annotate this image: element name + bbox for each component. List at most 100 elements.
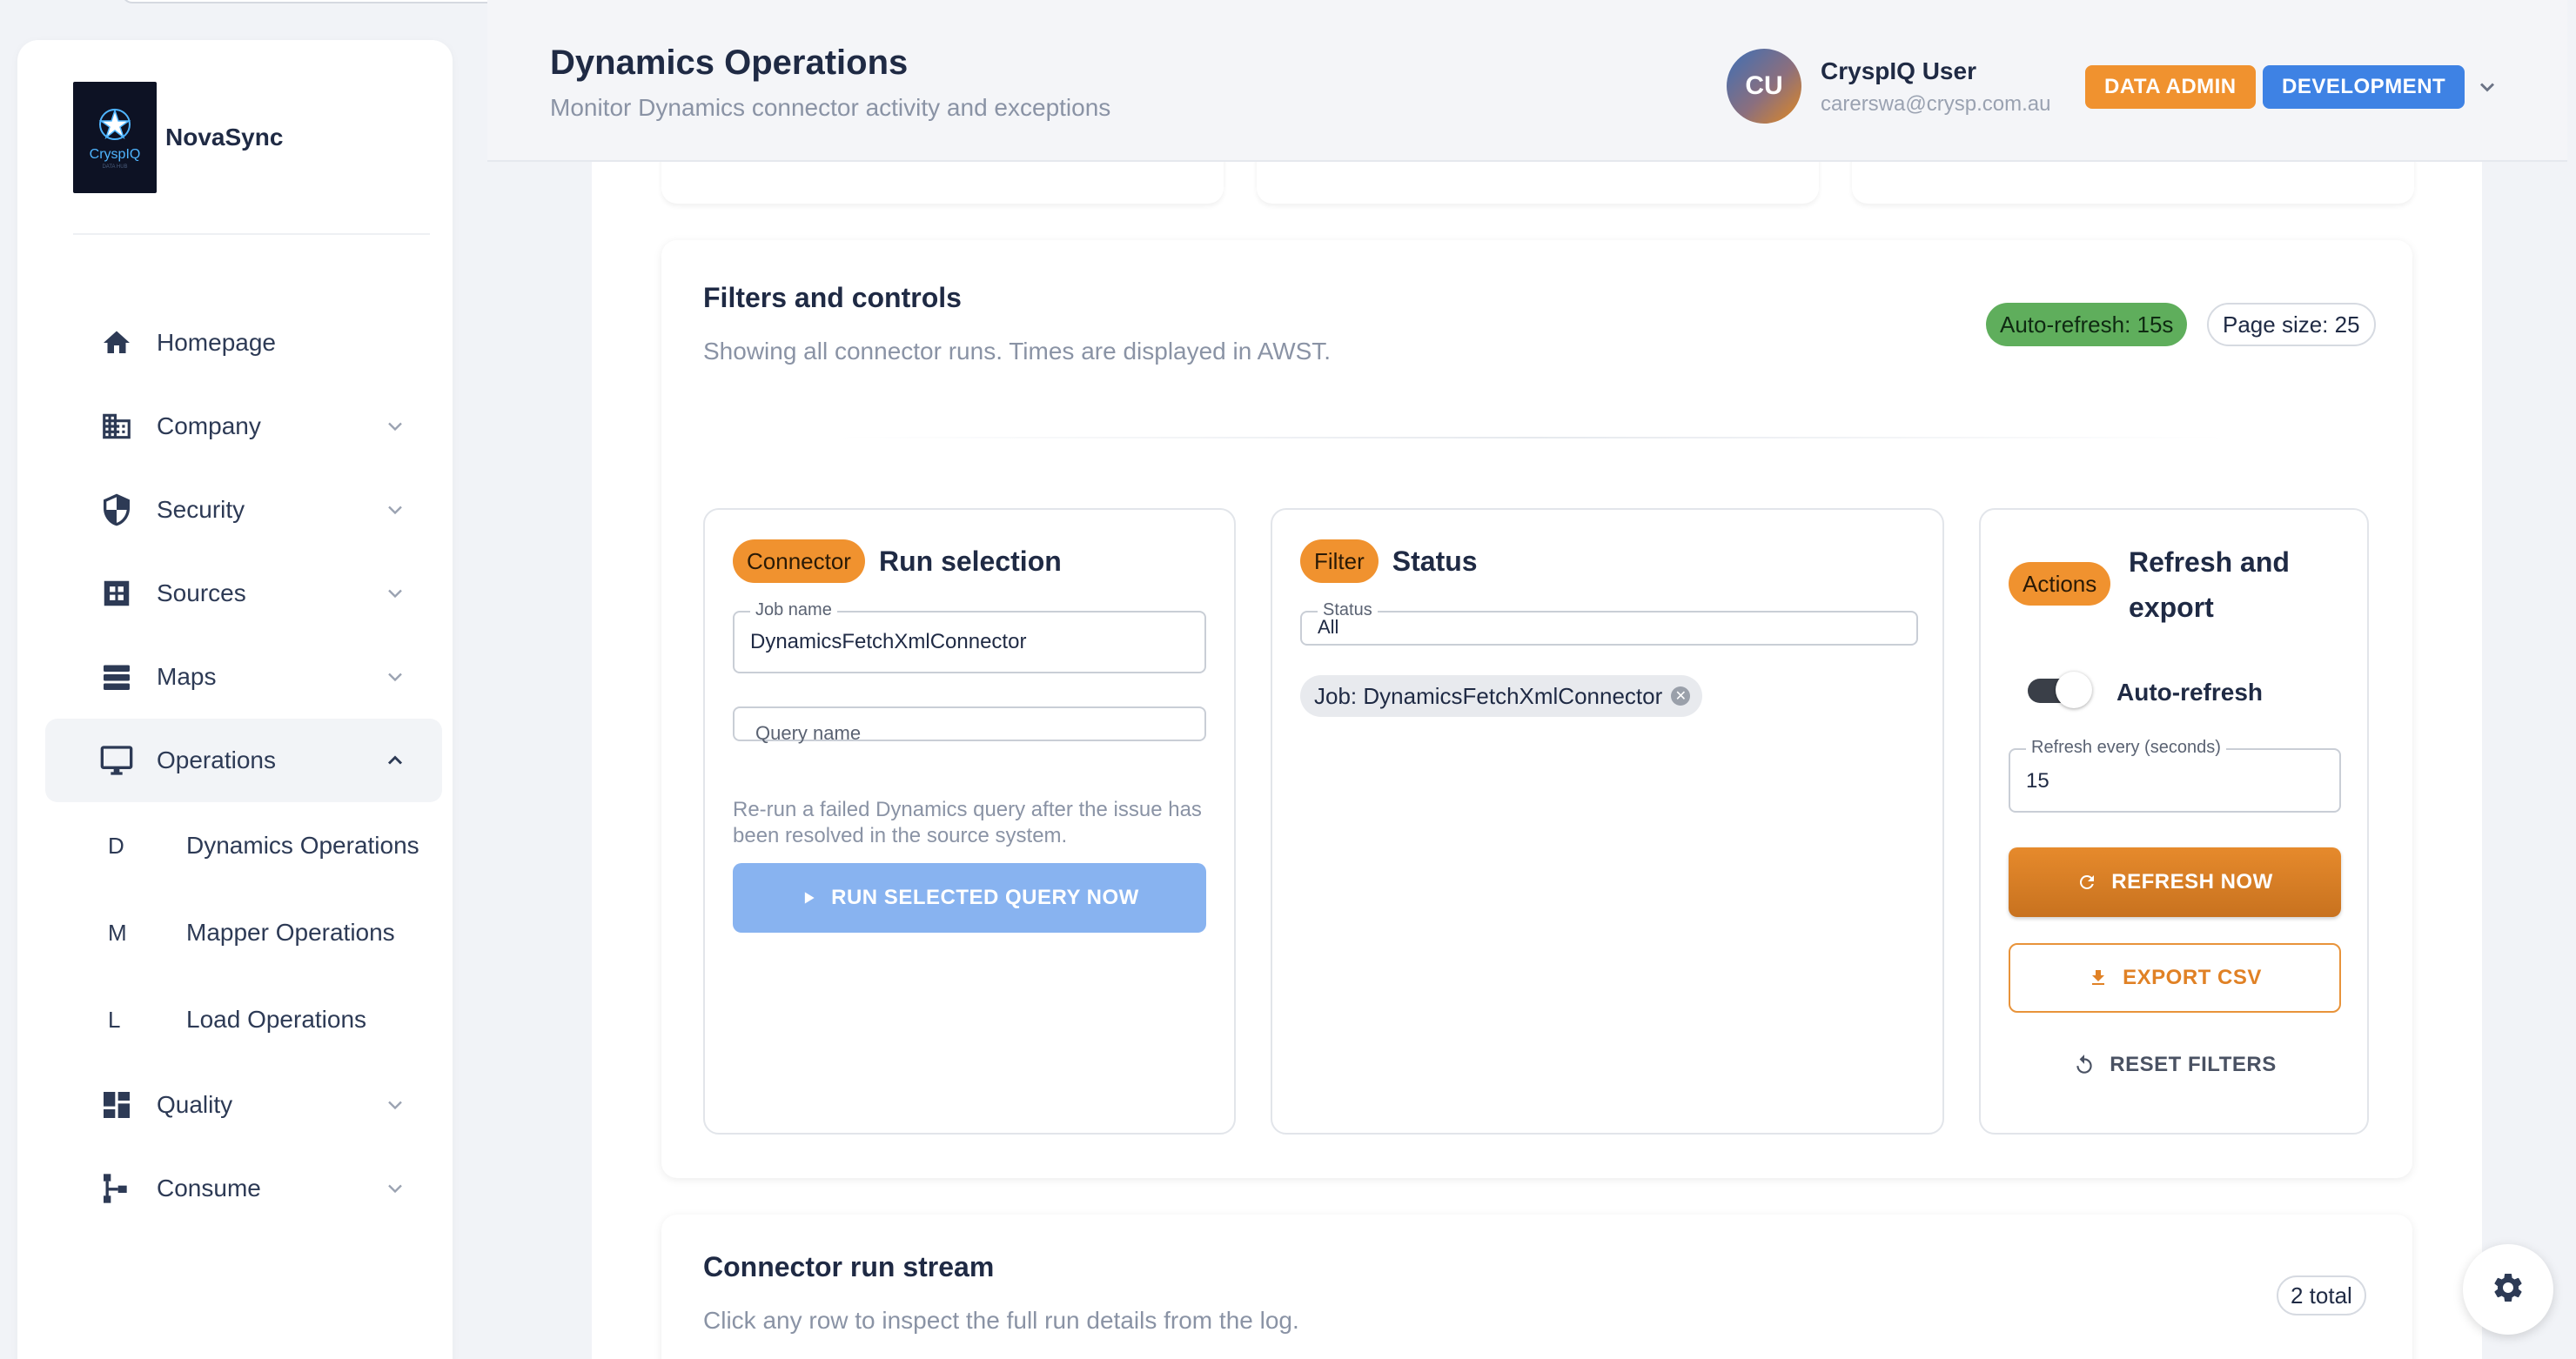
dashboard-icon — [97, 1086, 136, 1124]
export-csv-button[interactable]: EXPORT CSV — [2009, 943, 2341, 1013]
sidebar-item-label: Security — [157, 496, 245, 523]
user-name: CryspIQ User — [1821, 57, 1976, 84]
sidebar-divider — [73, 233, 430, 235]
reset-icon — [2073, 1054, 2096, 1076]
page-subtitle: Monitor Dynamics connector activity and … — [550, 94, 1111, 121]
subitem-label: Mapper Operations — [186, 919, 395, 946]
actions-chip: Actions — [2009, 562, 2111, 606]
connector-helper-text: Re-run a failed Dynamics query after the… — [733, 798, 1202, 847]
gear-icon — [2491, 1270, 2526, 1309]
subitem-label: Load Operations — [186, 1006, 367, 1033]
job-name-value: DynamicsFetchXmlConnector — [750, 630, 1027, 653]
refresh-icon — [2076, 872, 2097, 893]
brand-name: NovaSync — [165, 124, 284, 151]
refresh-interval-label: Refresh every (seconds) — [2026, 738, 2226, 758]
sidebar-item-sources[interactable]: Sources — [45, 552, 442, 635]
chevron-down-icon — [388, 422, 402, 432]
query-name-label: Query name — [755, 722, 862, 744]
page-size-chip: Page size: 25 — [2207, 303, 2376, 346]
sidebar-item-maps[interactable]: Maps — [45, 635, 442, 719]
job-filter-chip[interactable]: Job: DynamicsFetchXmlConnector ✕ — [1300, 675, 1703, 717]
actions-heading-line2: export — [2129, 592, 2214, 623]
monitor-icon — [97, 741, 136, 780]
auto-refresh-label: Auto-refresh — [2116, 679, 2264, 706]
run-stream-title: Connector run stream — [703, 1251, 995, 1282]
run-stream-panel: Connector run stream Click any row to in… — [661, 1215, 2412, 1359]
close-icon[interactable]: ✕ — [1671, 686, 1691, 706]
query-name-field[interactable]: Query name — [733, 706, 1206, 744]
subitem-letter: D — [108, 832, 124, 859]
filters-panel: Filters and controls Showing all connect… — [661, 240, 2412, 1178]
sidebar-item-label: Maps — [157, 663, 217, 690]
job-name-field[interactable]: Job name DynamicsFetchXmlConnector — [733, 600, 1206, 673]
chevron-down-icon — [388, 673, 402, 682]
sidebar-item-label: Sources — [157, 579, 246, 606]
sidebar: CryspIQ DATA HUB NovaSync Homepage Compa… — [17, 40, 453, 1359]
play-icon — [800, 889, 817, 907]
logo-icon: CryspIQ DATA HUB — [73, 82, 157, 193]
sidebar-item-security[interactable]: Security — [45, 468, 442, 552]
settings-button[interactable] — [2463, 1244, 2553, 1335]
run-button-label: RUN SELECTED QUERY NOW — [831, 886, 1139, 909]
filters-title: Filters and controls — [703, 282, 962, 313]
auto-refresh-toggle[interactable] — [2024, 670, 2092, 710]
toggle-knob — [2056, 672, 2092, 708]
subitem-label: Dynamics Operations — [186, 832, 419, 859]
status-card: Filter Status Status All Job: DynamicsFe… — [1271, 508, 1944, 1135]
filter-chip: Filter — [1300, 539, 1379, 583]
refresh-button-label: REFRESH NOW — [2111, 870, 2273, 894]
environment-badge: DEVELOPMENT — [2263, 65, 2465, 109]
connector-card: Connector Run selection Job name Dynamic… — [703, 508, 1236, 1135]
sidebar-item-company[interactable]: Company — [45, 385, 442, 468]
reset-filters-button[interactable]: RESET FILTERS — [2009, 1030, 2341, 1100]
total-count-chip: 2 total — [2277, 1275, 2366, 1315]
layers-icon — [97, 658, 136, 696]
filters-subtitle: Showing all connector runs. Times are di… — [703, 338, 1332, 365]
sidebar-item-label: Consume — [157, 1175, 261, 1202]
job-name-label: Job name — [750, 600, 837, 620]
sidebar-subitem-dynamics-operations[interactable]: D Dynamics Operations — [45, 802, 442, 889]
sidebar-item-label: Homepage — [157, 329, 276, 356]
sidebar-item-label: Quality — [157, 1091, 233, 1118]
sidebar-item-homepage[interactable]: Homepage — [45, 301, 442, 385]
page-title: Dynamics Operations — [550, 44, 909, 82]
brand-logo[interactable]: CryspIQ DATA HUB NovaSync — [73, 82, 283, 193]
tree-icon — [97, 1169, 136, 1208]
logo-text: CryspIQ — [89, 147, 141, 162]
run-selection-heading: Run selection — [878, 545, 1062, 577]
sidebar-item-operations[interactable]: Operations — [45, 719, 442, 802]
home-icon — [97, 324, 136, 362]
refresh-now-button[interactable]: REFRESH NOW — [2009, 847, 2341, 917]
run-stream-subtitle: Click any row to inspect the full run de… — [703, 1307, 1299, 1334]
download-icon — [2088, 967, 2109, 988]
shield-icon — [97, 491, 136, 529]
chevron-down-icon — [388, 1184, 402, 1194]
chevron-down-icon — [388, 505, 402, 515]
actions-card: Actions Refresh and export Auto-refresh … — [1979, 508, 2369, 1135]
chevron-down-icon — [388, 589, 402, 599]
status-select[interactable]: Status All — [1300, 600, 1918, 646]
sidebar-subitem-load-operations[interactable]: L Load Operations — [45, 976, 442, 1063]
refresh-interval-value: 15 — [2026, 769, 2049, 793]
actions-heading-line1: Refresh and — [2129, 546, 2290, 578]
status-heading: Status — [1392, 545, 1478, 577]
chevron-down-icon[interactable] — [2475, 75, 2499, 99]
grid-icon — [97, 574, 136, 613]
sidebar-item-consume[interactable]: Consume — [45, 1147, 442, 1230]
logo-subtext: DATA HUB — [102, 164, 128, 170]
run-selected-query-button[interactable]: RUN SELECTED QUERY NOW — [733, 863, 1206, 933]
panel-divider — [835, 437, 2228, 438]
chevron-down-icon — [388, 1101, 402, 1110]
refresh-interval-field[interactable]: Refresh every (seconds) 15 — [2009, 738, 2341, 813]
avatar[interactable]: CU — [1727, 49, 1801, 124]
user-email: carerswa@crysp.com.au — [1821, 92, 2051, 116]
subitem-letter: L — [108, 1006, 121, 1033]
role-badge: DATA ADMIN — [2085, 65, 2256, 109]
connector-chip: Connector — [733, 539, 865, 583]
sidebar-subitem-mapper-operations[interactable]: M Mapper Operations — [45, 889, 442, 976]
sidebar-item-label: Company — [157, 412, 261, 439]
sidebar-nav: Homepage Company Security Sources Maps O… — [45, 301, 442, 1230]
auto-refresh-chip: Auto-refresh: 15s — [1986, 303, 2188, 346]
page-header: Dynamics Operations Monitor Dynamics con… — [487, 0, 2567, 162]
sidebar-item-quality[interactable]: Quality — [45, 1063, 442, 1147]
